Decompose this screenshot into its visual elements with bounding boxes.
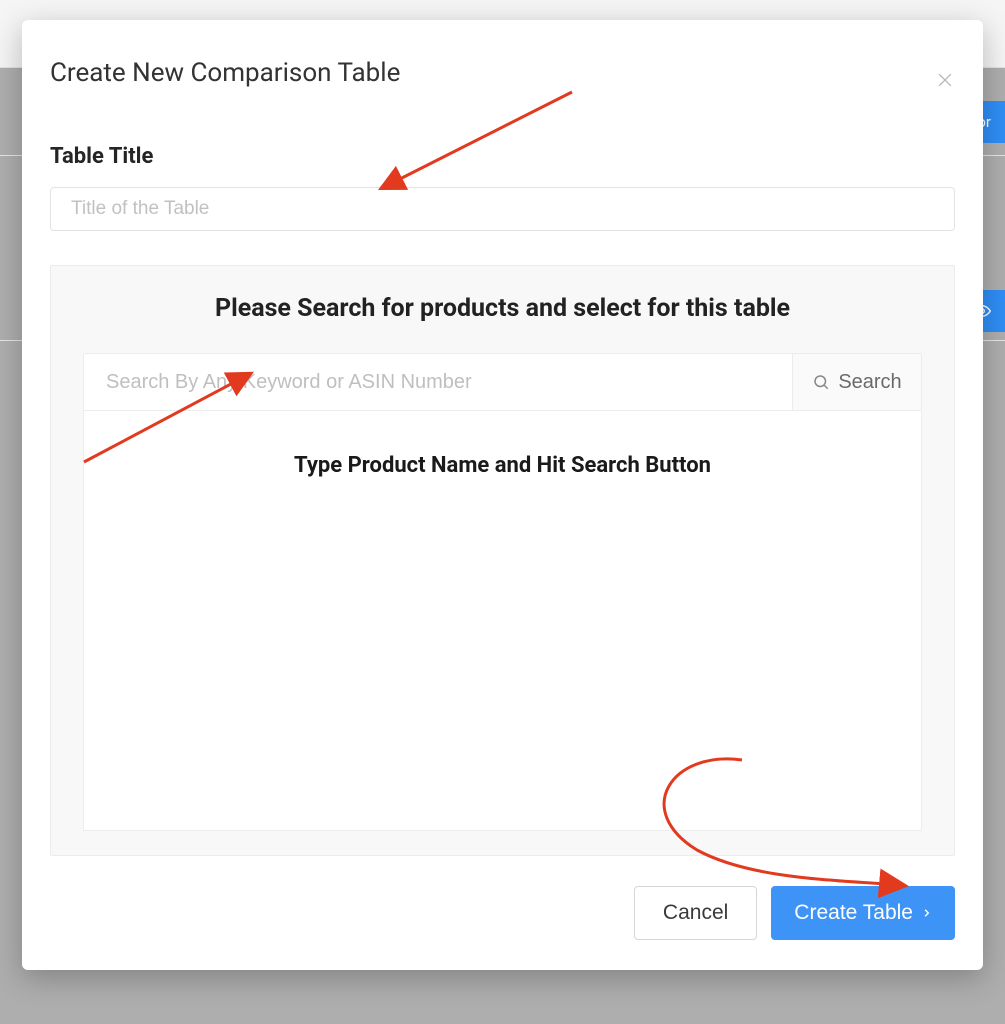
create-table-button[interactable]: Create Table [771,886,955,940]
results-hint: Type Product Name and Hit Search Button [108,453,897,478]
cancel-button[interactable]: Cancel [634,886,757,940]
product-search-input[interactable] [83,353,792,411]
chevron-right-icon [921,905,932,921]
search-input-row: Search [83,353,922,411]
table-title-input[interactable] [50,187,955,231]
cancel-button-label: Cancel [663,901,728,925]
product-search-panel: Please Search for products and select fo… [50,265,955,856]
create-table-modal: Create New Comparison Table Table Title … [22,20,983,970]
modal-footer: Cancel Create Table [50,858,955,940]
search-panel-heading: Please Search for products and select fo… [83,294,922,323]
create-button-label: Create Table [794,901,913,925]
search-icon [812,373,830,391]
modal-title: Create New Comparison Table [50,58,955,88]
search-button[interactable]: Search [792,353,922,411]
close-icon[interactable] [935,70,955,90]
search-results-area: Type Product Name and Hit Search Button [83,411,922,831]
table-title-label: Table Title [50,144,955,169]
search-button-label: Search [838,371,901,394]
